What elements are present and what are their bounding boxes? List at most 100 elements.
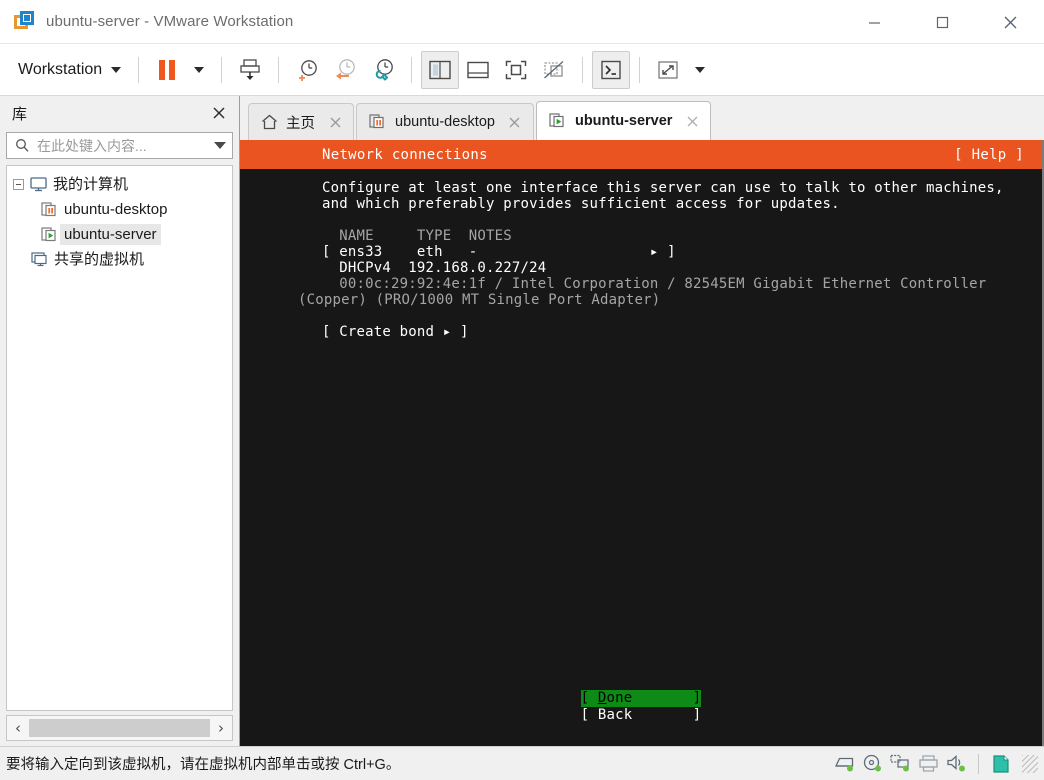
installer-header-bar: Network connections [ Help ] [240, 140, 1042, 169]
close-icon [330, 117, 340, 127]
console-view-button[interactable] [592, 50, 631, 89]
search-icon [16, 139, 29, 152]
minimize-button[interactable] [840, 0, 908, 44]
status-divider [978, 753, 979, 774]
take-snapshot-button[interactable] [288, 51, 326, 89]
hard-disk-status-icon[interactable] [833, 753, 855, 775]
create-bond-button[interactable]: [ Create bond ▸ ] [240, 324, 1042, 340]
workstation-menu-button[interactable]: Workstation [12, 56, 129, 84]
close-icon [213, 107, 225, 119]
toolbar-divider [639, 56, 641, 83]
shared-vms-icon [31, 252, 47, 267]
tree-item-label: ubuntu-server [60, 224, 161, 245]
vmware-workstation-window: ubuntu-server - VMware Workstation Works… [0, 0, 1044, 780]
full-screen-button[interactable] [497, 51, 535, 89]
tab-close-button[interactable] [507, 114, 523, 130]
tab-close-button[interactable] [684, 113, 700, 129]
pause-vm-button[interactable] [148, 51, 186, 89]
installer-help-button[interactable]: [ Help ] [954, 147, 1024, 163]
vm-running-icon [549, 113, 564, 128]
chevron-down-icon [695, 66, 706, 73]
search-input[interactable]: 在此处键入内容... [37, 136, 207, 156]
printer-status-icon[interactable] [917, 753, 939, 775]
chevron-down-icon [111, 66, 122, 73]
toolbar-divider [138, 56, 140, 83]
scroll-left-arrow-icon[interactable]: ‹ [7, 716, 29, 740]
toolbar-divider [221, 56, 223, 83]
sound-card-status-icon[interactable] [945, 753, 967, 775]
tab-strip: 主页 ubuntu-desktop ubuntu-server [240, 96, 1044, 140]
pause-icon [159, 59, 176, 80]
show-library-button[interactable] [421, 50, 460, 89]
back-button[interactable]: [ Back ] [581, 707, 702, 724]
fullscreen-icon [505, 60, 527, 79]
clock-plus-icon [299, 59, 318, 81]
panel-bottom-icon [467, 61, 489, 78]
close-button[interactable] [976, 0, 1044, 44]
stretch-view-button[interactable] [649, 51, 687, 89]
send-ctrl-alt-del-button[interactable] [231, 51, 269, 89]
window-controls [840, 0, 1044, 44]
library-search-box[interactable]: 在此处键入内容... [6, 132, 233, 159]
tree-item-ubuntu-desktop[interactable]: ubuntu-desktop [7, 197, 232, 222]
tree-item-label: ubuntu-desktop [64, 201, 168, 218]
interface-row-hardware: 00:0c:29:92:4e:1f / Intel Corporation / … [322, 276, 987, 292]
computer-icon [30, 177, 47, 192]
maximize-button[interactable] [908, 0, 976, 44]
usb-device-status-icon[interactable] [990, 753, 1012, 775]
toolbar-divider [411, 56, 413, 83]
resize-grip-icon[interactable] [1022, 754, 1038, 773]
revert-snapshot-button[interactable] [326, 51, 364, 89]
installer-description-line: and which preferably provides sufficient… [322, 196, 840, 212]
library-horizontal-scrollbar[interactable]: ‹ › [6, 715, 233, 741]
close-icon [510, 117, 520, 127]
tab-close-button[interactable] [327, 114, 343, 130]
tree-item-ubuntu-server[interactable]: ubuntu-server [7, 222, 232, 247]
tree-item-my-computer[interactable]: 我的计算机 [7, 172, 232, 197]
pause-dropdown-button[interactable] [186, 51, 212, 89]
tab-home[interactable]: 主页 [248, 103, 354, 140]
panel-left-icon [429, 60, 451, 79]
tab-label: 主页 [286, 115, 315, 132]
send-keys-icon [240, 58, 260, 80]
vm-console-screen[interactable]: Network connections [ Help ] Configure a… [240, 140, 1044, 746]
scrollbar-thumb[interactable] [29, 719, 210, 737]
network-adapter-status-icon[interactable] [889, 753, 911, 775]
stretch-dropdown-button[interactable] [687, 51, 713, 89]
done-button[interactable]: [ Done ] [580, 690, 702, 707]
chevron-down-icon[interactable] [214, 142, 226, 149]
scroll-right-arrow-icon[interactable]: › [210, 716, 232, 740]
title-bar: ubuntu-server - VMware Workstation [0, 0, 1044, 44]
scrollbar-track[interactable] [29, 716, 210, 740]
installer-description-line: Configure at least one interface this se… [322, 180, 1004, 196]
unity-mode-button[interactable] [535, 51, 573, 89]
library-search-container: 在此处键入内容... [0, 130, 239, 165]
clock-back-icon [336, 58, 356, 79]
vm-paused-icon [41, 202, 56, 217]
installer-body: Configure at least one interface this se… [240, 169, 1042, 340]
interface-row-dhcp: DHCPv4 192.168.0.227/24 [322, 260, 547, 276]
tree-item-label: 共享的虚拟机 [54, 251, 145, 268]
clock-wrench-icon [375, 58, 394, 80]
library-panel: 库 在此处键入内容... 我的计算机 ubuntu-desktop ubuntu… [0, 96, 240, 746]
tab-ubuntu-desktop[interactable]: ubuntu-desktop [356, 103, 534, 140]
tree-item-shared-vms[interactable]: 共享的虚拟机 [7, 247, 232, 272]
main-toolbar: Workstation [0, 44, 1044, 96]
workstation-menu-label: Workstation [18, 60, 103, 78]
library-close-button[interactable] [209, 103, 229, 123]
chevron-down-icon [194, 66, 205, 73]
snapshot-manager-button[interactable] [364, 51, 402, 89]
expander-collapse-icon[interactable] [13, 179, 24, 190]
tab-label: ubuntu-desktop [395, 114, 495, 130]
toolbar-divider [278, 56, 280, 83]
vm-panel: 主页 ubuntu-desktop ubuntu-server Network … [240, 96, 1044, 746]
tab-ubuntu-server[interactable]: ubuntu-server [535, 101, 712, 140]
status-icon-group [833, 753, 1038, 775]
cd-dvd-status-icon[interactable] [861, 753, 883, 775]
status-bar: 要将输入定向到该虚拟机，请在虚拟机内部单击或按 Ctrl+G。 [0, 746, 1044, 780]
interface-row-ens33[interactable]: [ ens33 eth - ▸ ] [240, 244, 1042, 260]
show-thumbnail-bar-button[interactable] [459, 51, 497, 89]
main-content-area: 库 在此处键入内容... 我的计算机 ubuntu-desktop ubuntu… [0, 96, 1044, 746]
